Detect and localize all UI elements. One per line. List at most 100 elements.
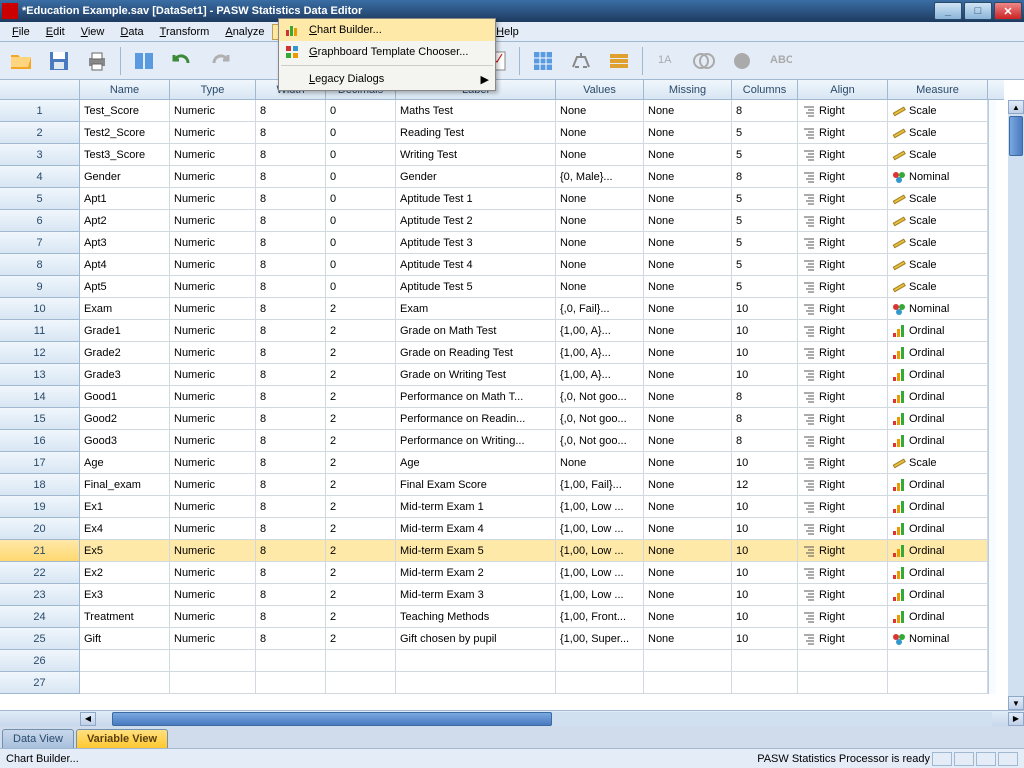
cell-align[interactable]: Right [798,364,888,386]
cell-name[interactable] [80,650,170,672]
cell-type[interactable]: Numeric [170,166,256,188]
cell-columns[interactable] [732,650,798,672]
row-header[interactable]: 14 [0,386,80,408]
cell-type[interactable]: Numeric [170,628,256,650]
cell-missing[interactable]: None [644,518,732,540]
cell-type[interactable] [170,672,256,694]
cell-width[interactable]: 8 [256,320,326,342]
cell-values[interactable]: {1,00, A}... [556,364,644,386]
cell-decimals[interactable]: 2 [326,562,396,584]
select-icon[interactable] [604,46,634,76]
cell-missing[interactable]: None [644,408,732,430]
cell-columns[interactable]: 10 [732,342,798,364]
cell-decimals[interactable]: 0 [326,276,396,298]
cell-missing[interactable] [644,650,732,672]
cell-columns[interactable]: 10 [732,562,798,584]
cell-label[interactable]: Age [396,452,556,474]
row-header[interactable]: 18 [0,474,80,496]
cell-width[interactable] [256,650,326,672]
cell-missing[interactable]: None [644,166,732,188]
cell-label[interactable] [396,650,556,672]
row-header[interactable]: 23 [0,584,80,606]
row-header[interactable]: 6 [0,210,80,232]
cell-values[interactable]: {1,00, Low ... [556,518,644,540]
cell-width[interactable]: 8 [256,232,326,254]
cell-measure[interactable]: Scale [888,232,988,254]
cell-name[interactable]: Ex1 [80,496,170,518]
cell-measure[interactable]: Ordinal [888,430,988,452]
cell-type[interactable]: Numeric [170,430,256,452]
cell-measure[interactable]: Ordinal [888,518,988,540]
cell-missing[interactable]: None [644,100,732,122]
cell-label[interactable]: Exam [396,298,556,320]
cell-missing[interactable]: None [644,584,732,606]
cell-columns[interactable]: 10 [732,320,798,342]
cell-columns[interactable] [732,672,798,694]
tab-variable-view[interactable]: Variable View [76,729,168,748]
cell-missing[interactable]: None [644,562,732,584]
maximize-button[interactable]: □ [964,2,992,20]
cell-align[interactable]: Right [798,628,888,650]
cell-measure[interactable]: Nominal [888,298,988,320]
cell-width[interactable] [256,672,326,694]
cell-type[interactable]: Numeric [170,540,256,562]
cell-label[interactable]: Maths Test [396,100,556,122]
vertical-scrollbar[interactable]: ▲ ▼ [1008,100,1024,710]
cell-decimals[interactable] [326,672,396,694]
cell-values[interactable]: {1,00, Low ... [556,540,644,562]
cell-type[interactable]: Numeric [170,210,256,232]
column-header[interactable]: Type [170,80,256,100]
cell-values[interactable]: {1,00, Fail}... [556,474,644,496]
cell-type[interactable]: Numeric [170,606,256,628]
cell-decimals[interactable] [326,650,396,672]
cell-values[interactable]: None [556,254,644,276]
cell-align[interactable]: Right [798,562,888,584]
cell-missing[interactable]: None [644,628,732,650]
cell-width[interactable]: 8 [256,210,326,232]
cell-values[interactable]: {,0, Not goo... [556,430,644,452]
cell-missing[interactable]: None [644,298,732,320]
cell-columns[interactable]: 8 [732,430,798,452]
cell-name[interactable]: Treatment [80,606,170,628]
cell-label[interactable]: Mid-term Exam 3 [396,584,556,606]
cell-type[interactable]: Numeric [170,496,256,518]
save-icon[interactable] [44,46,74,76]
cell-decimals[interactable]: 2 [326,452,396,474]
cell-label[interactable]: Aptitude Test 4 [396,254,556,276]
cell-decimals[interactable]: 2 [326,430,396,452]
row-header[interactable]: 3 [0,144,80,166]
cell-missing[interactable]: None [644,430,732,452]
cell-align[interactable]: Right [798,254,888,276]
redo-icon[interactable] [205,46,235,76]
find-icon[interactable] [727,46,757,76]
cell-align[interactable]: Right [798,386,888,408]
cell-align[interactable]: Right [798,166,888,188]
cell-align[interactable]: Right [798,188,888,210]
cell-align[interactable] [798,672,888,694]
cell-align[interactable]: Right [798,430,888,452]
cell-type[interactable]: Numeric [170,298,256,320]
cell-width[interactable]: 8 [256,408,326,430]
cell-width[interactable]: 8 [256,166,326,188]
cell-columns[interactable]: 5 [732,122,798,144]
menu-view[interactable]: View [73,24,113,40]
cell-columns[interactable]: 10 [732,518,798,540]
cell-measure[interactable]: Ordinal [888,496,988,518]
cell-columns[interactable]: 10 [732,364,798,386]
column-header[interactable]: Measure [888,80,988,100]
cell-name[interactable]: Test2_Score [80,122,170,144]
cell-label[interactable]: Mid-term Exam 4 [396,518,556,540]
cell-columns[interactable]: 8 [732,386,798,408]
cell-type[interactable]: Numeric [170,254,256,276]
cell-decimals[interactable]: 0 [326,232,396,254]
cell-name[interactable]: Grade2 [80,342,170,364]
sets-icon[interactable] [689,46,719,76]
cell-type[interactable]: Numeric [170,100,256,122]
cell-decimals[interactable]: 2 [326,540,396,562]
cell-decimals[interactable]: 2 [326,386,396,408]
cell-align[interactable]: Right [798,584,888,606]
cell-name[interactable]: Final_exam [80,474,170,496]
spellcheck-icon[interactable]: ABC [765,46,795,76]
cell-measure[interactable]: Ordinal [888,342,988,364]
cell-label[interactable]: Aptitude Test 1 [396,188,556,210]
